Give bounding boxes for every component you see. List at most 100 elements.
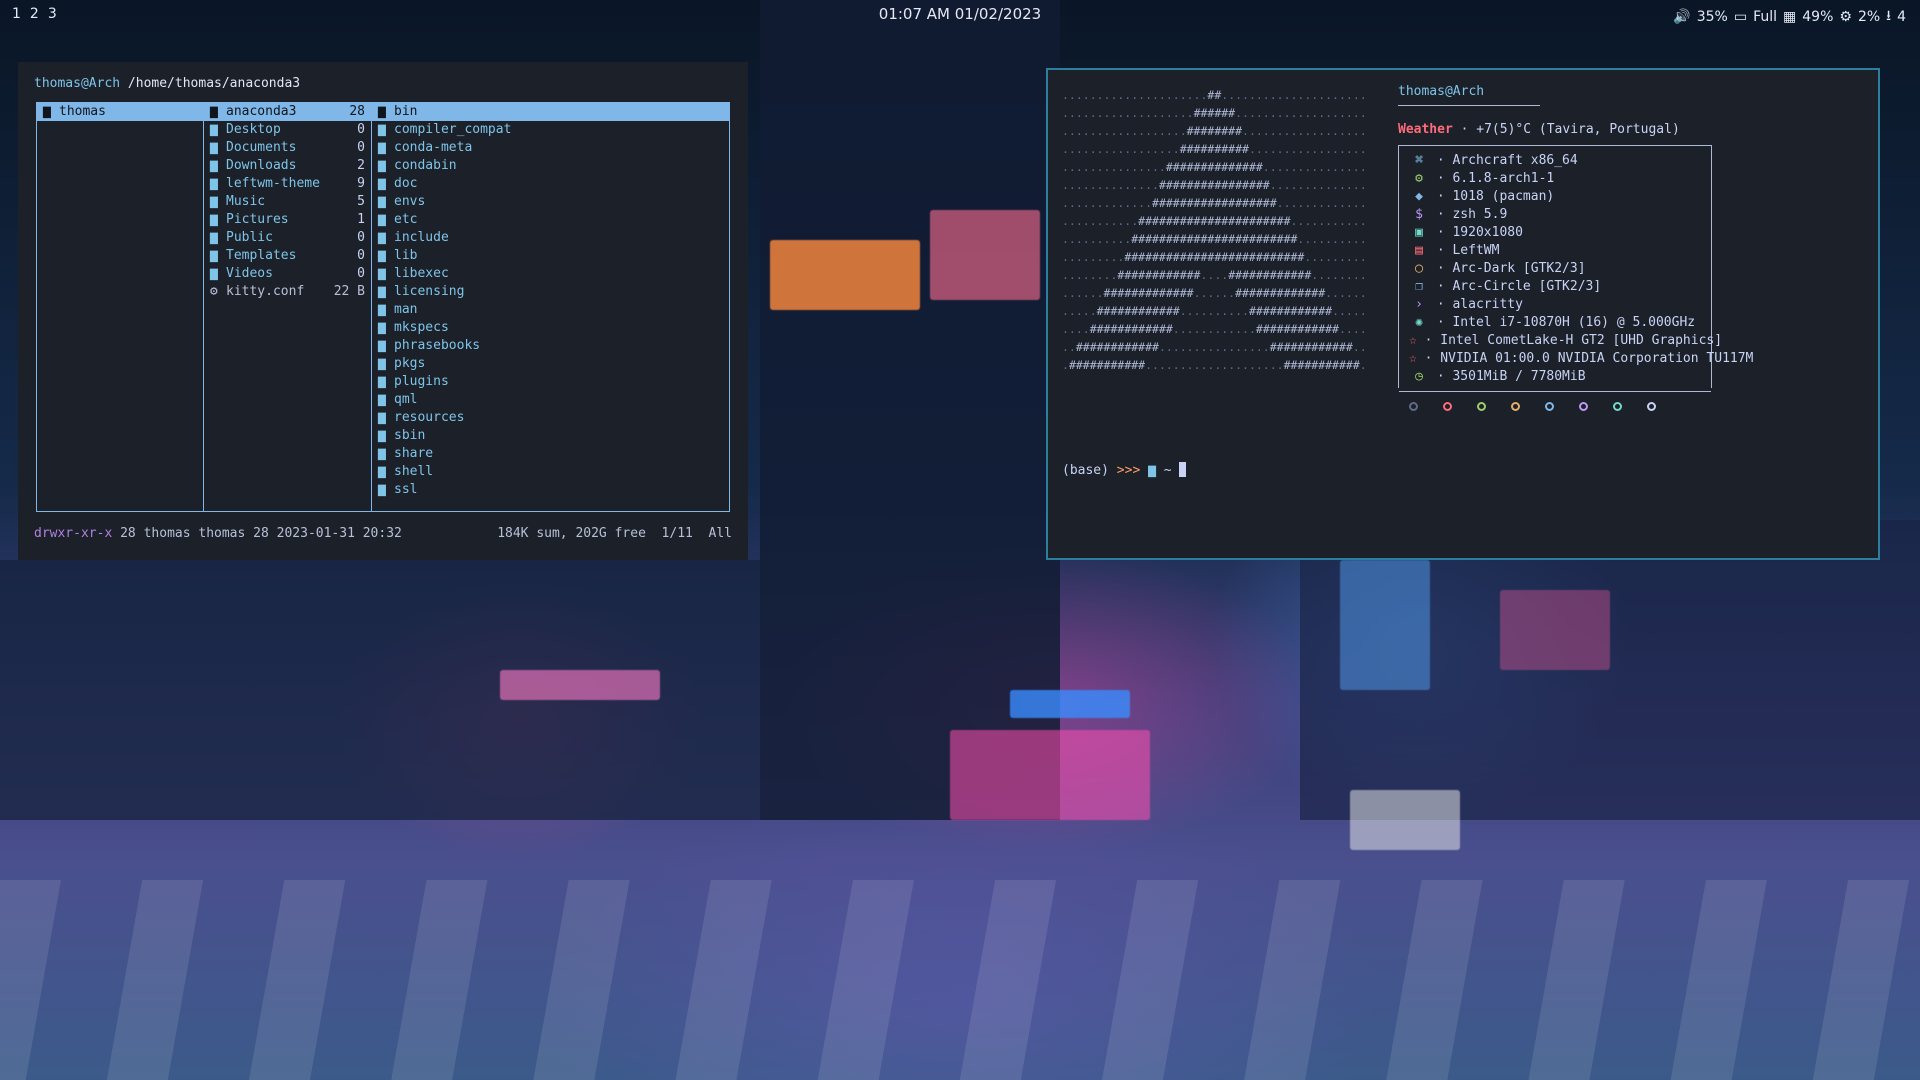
folder-entry[interactable]: ▆ conda-meta <box>372 139 729 157</box>
folder-entry[interactable]: ▆ etc <box>372 211 729 229</box>
folder-entry[interactable]: ▆ Desktop 0 <box>204 121 371 139</box>
info-text: · 6.1.8-arch1-1 <box>1429 171 1555 186</box>
folder-entry[interactable]: ▆ plugins <box>372 373 729 391</box>
entry-name: Templates <box>226 248 297 263</box>
folder-entry[interactable]: ▆ Downloads 2 <box>204 157 371 175</box>
info-icon: ⌘ <box>1415 153 1423 168</box>
folder-entry[interactable]: ▆ condabin <box>372 157 729 175</box>
info-icon: ☆ <box>1409 333 1417 348</box>
folder-icon: ▆ <box>210 194 218 209</box>
battery-label: Full <box>1753 9 1778 25</box>
status-line: drwxr-xr-x 28 thomas thomas 28 2023-01-3… <box>34 526 732 541</box>
folder-icon: ▆ <box>378 104 386 119</box>
entry-name: bin <box>394 104 418 119</box>
info-text: · Archcraft x86_64 <box>1429 153 1578 168</box>
info-icon: ▤ <box>1415 243 1423 258</box>
entry-name: share <box>394 446 434 461</box>
folder-icon: ▆ <box>378 446 386 461</box>
folder-entry[interactable]: ▆ Videos 0 <box>204 265 371 283</box>
folder-icon: ▆ <box>210 212 218 227</box>
info-row: ◯ · Arc-Dark [GTK2/3] <box>1399 260 1711 278</box>
info-text: · NVIDIA 01:00.0 NVIDIA Corporation TU11… <box>1416 351 1754 366</box>
folder-entry[interactable]: ▆ Music 5 <box>204 193 371 211</box>
entry-count: 0 <box>357 140 365 155</box>
folder-icon: ▆ <box>378 356 386 371</box>
folder-entry[interactable]: ▆ licensing <box>372 283 729 301</box>
palette-dot <box>1545 402 1554 411</box>
battery-icon: ▭ <box>1733 9 1748 25</box>
info-row: ▣ · 1920x1080 <box>1399 224 1711 242</box>
folder-entry[interactable]: ▆ include <box>372 229 729 247</box>
updates-icon[interactable]: ⭳ <box>1886 5 1891 29</box>
entry-count: 28 <box>349 104 365 119</box>
entry-name: anaconda3 <box>226 104 297 119</box>
cpu-value: 2% <box>1857 9 1881 25</box>
info-icon: ◆ <box>1415 189 1423 204</box>
folder-entry[interactable]: ▆ bin <box>372 103 729 121</box>
file-panes: ▆ thomas ▆ anaconda3 28 ▆ Desktop 0 ▆ Documents 0… <box>36 102 730 512</box>
shell-prompt[interactable]: (base) >>> ▆ ~ <box>1062 462 1187 478</box>
folder-icon: ▆ <box>378 122 386 137</box>
folder-entry[interactable]: ▆ Templates 0 <box>204 247 371 265</box>
info-icon: ▣ <box>1415 225 1423 240</box>
info-text: · zsh 5.9 <box>1429 207 1508 222</box>
folder-entry[interactable]: ▆ phrasebooks <box>372 337 729 355</box>
info-text: · Arc-Dark [GTK2/3] <box>1429 261 1586 276</box>
folder-entry[interactable]: ▆ man <box>372 301 729 319</box>
info-row: ✺ · Intel i7-10870H (16) @ 5.000GHz <box>1399 314 1711 332</box>
folder-entry[interactable]: ▆ qml <box>372 391 729 409</box>
entry-name: Pictures <box>226 212 289 227</box>
entry-count: 0 <box>357 122 365 137</box>
folder-entry[interactable]: ▆ Documents 0 <box>204 139 371 157</box>
folder-entry[interactable]: ▆ Public 0 <box>204 229 371 247</box>
folder-entry[interactable]: ▆ doc <box>372 175 729 193</box>
entry-name: Documents <box>226 140 297 155</box>
entry-name: sbin <box>394 428 426 443</box>
memory-icon: ▦ <box>1783 9 1797 25</box>
info-row: › · alacritty <box>1399 296 1711 314</box>
folder-icon: ▆ <box>378 212 386 227</box>
folder-icon: ▆ <box>210 158 218 173</box>
folder-icon: ▆ <box>378 464 386 479</box>
folder-entry[interactable]: ▆ libexec <box>372 265 729 283</box>
folder-icon: ▆ <box>210 176 218 191</box>
file-icon: ⚙ <box>210 284 218 299</box>
folder-entry[interactable]: ▆ ssl <box>372 481 729 499</box>
entry-name: pkgs <box>394 356 426 371</box>
folder-entry[interactable]: ▆ mkspecs <box>372 319 729 337</box>
entry-name: shell <box>394 464 434 479</box>
folder-entry[interactable]: ▆ envs <box>372 193 729 211</box>
folder-entry[interactable]: ▆ leftwm-theme 9 <box>204 175 371 193</box>
status-permissions: drwxr-xr-x <box>34 526 113 541</box>
info-icon: ✺ <box>1415 315 1423 330</box>
folder-entry[interactable]: ▆ shell <box>372 463 729 481</box>
file-manager-window[interactable]: thomas@Arch /home/thomas/anaconda3 ▆ thom… <box>20 64 746 558</box>
entry-name: leftwm-theme <box>226 176 320 191</box>
folder-entry[interactable]: ▆ sbin <box>372 427 729 445</box>
weather-label: Weather <box>1398 122 1453 137</box>
folder-icon: ▆ <box>378 194 386 209</box>
color-palette <box>1398 402 1858 411</box>
folder-entry[interactable]: ▆ thomas <box>37 103 203 121</box>
volume-icon[interactable]: 🔊 <box>1673 9 1690 25</box>
palette-dot <box>1579 402 1588 411</box>
folder-entry[interactable]: ▆ share <box>372 445 729 463</box>
entry-name: phrasebooks <box>394 338 481 353</box>
folder-icon: ▆ <box>378 248 386 263</box>
file-entry[interactable]: ⚙ kitty.conf 22 B <box>204 283 371 301</box>
entry-count: 0 <box>357 230 365 245</box>
folder-entry[interactable]: ▆ resources <box>372 409 729 427</box>
folder-icon: ▆ <box>210 230 218 245</box>
folder-entry[interactable]: ▆ Pictures 1 <box>204 211 371 229</box>
info-icon: ☆ <box>1409 351 1417 366</box>
info-icon: ❐ <box>1415 279 1423 294</box>
folder-entry[interactable]: ▆ lib <box>372 247 729 265</box>
folder-entry[interactable]: ▆ pkgs <box>372 355 729 373</box>
folder-entry[interactable]: ▆ compiler_compat <box>372 121 729 139</box>
folder-entry[interactable]: ▆ anaconda3 28 <box>204 103 371 121</box>
folder-icon: ▆ <box>378 374 386 389</box>
entry-name: condabin <box>394 158 457 173</box>
terminal-window[interactable]: .....................##.................… <box>1046 68 1880 560</box>
entry-name: plugins <box>394 374 449 389</box>
folder-icon: ▆ <box>378 140 386 155</box>
